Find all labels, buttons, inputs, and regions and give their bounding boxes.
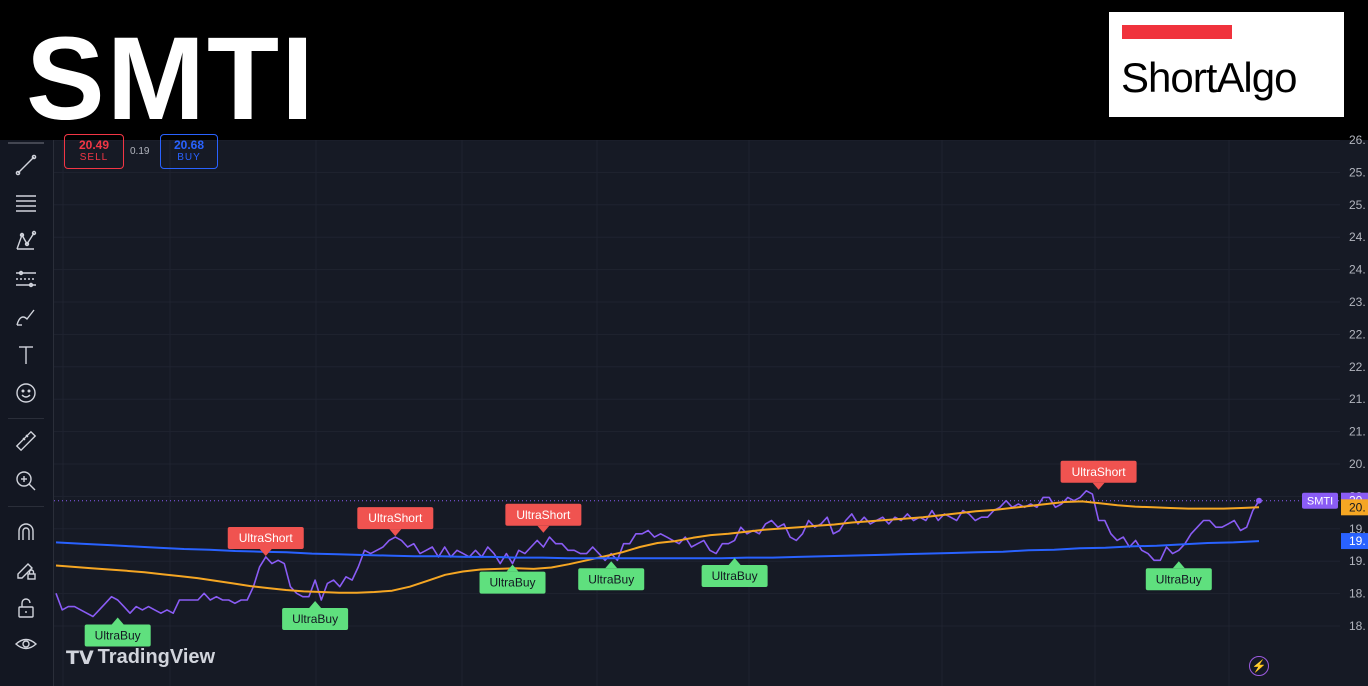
signal-pointer	[1092, 482, 1105, 490]
chart-signals: UltraShort UltraShort UltraShort UltraShort…	[84, 460, 1212, 647]
ultrabuy-signal: UltraBuy	[282, 600, 349, 630]
lightning-icon[interactable]: ⚡	[1249, 656, 1269, 676]
buy-label: BUY	[177, 152, 201, 163]
price-tick-label: 18.	[1349, 587, 1366, 601]
brush-icon[interactable]	[10, 301, 42, 333]
buy-price: 20.68	[173, 138, 205, 152]
fib-lines-icon[interactable]	[10, 187, 42, 219]
signal-label: UltraBuy	[292, 612, 338, 626]
forecast-icon[interactable]	[10, 263, 42, 295]
signal-pointer	[605, 561, 618, 569]
tradingview-logo-icon: TV	[66, 646, 94, 669]
tradingview-watermark[interactable]: TV TradingView	[66, 646, 215, 669]
price-tick-label: 24.	[1349, 263, 1366, 277]
sma-slow-tag: 19.	[1341, 533, 1368, 550]
signal-label: UltraShort	[368, 511, 423, 525]
price-tick-label: 20.	[1349, 457, 1366, 471]
signal-pointer	[309, 600, 322, 608]
price-tick-label: 21.	[1349, 392, 1366, 406]
price-tick-label: 24.	[1349, 230, 1366, 244]
trend-line-icon[interactable]	[10, 149, 42, 181]
ruler-icon[interactable]	[10, 425, 42, 457]
tradingview-wordmark: TradingView	[97, 646, 216, 668]
sma-slow-tag-label: 19.	[1349, 534, 1366, 548]
price-tick-label: 26.	[1349, 133, 1366, 147]
ultrabuy-signal: UltraBuy	[701, 557, 768, 587]
ultrabuy-signal: UltraBuy	[1145, 561, 1212, 591]
ultrabuy-signal: UltraBuy	[578, 561, 645, 591]
price-tick-label: 19.	[1349, 554, 1366, 568]
ticker-tag-label: SMTI	[1307, 496, 1333, 508]
toolbar-top-handle	[8, 142, 44, 144]
lock-icon[interactable]	[10, 592, 42, 624]
price-tick-label: 18.	[1349, 619, 1366, 633]
sell-button[interactable]: 20.49 SELL	[64, 134, 124, 169]
text-icon[interactable]	[10, 339, 42, 371]
ultrashort-signal: UltraShort	[357, 507, 434, 537]
lock-drawing-icon[interactable]	[10, 554, 42, 586]
chart-series	[54, 489, 1340, 618]
ticker-price-tag: SMTI	[1302, 492, 1338, 509]
signal-label: UltraShort	[239, 531, 294, 545]
toolbar-separator	[8, 418, 44, 419]
price-tick-label: 25.	[1349, 198, 1366, 212]
zoom-in-icon[interactable]	[10, 465, 42, 497]
price-tick-label: 21.	[1349, 425, 1366, 439]
sell-price: 20.49	[78, 138, 110, 152]
signal-label: UltraBuy	[588, 572, 634, 586]
ultrashort-signal: UltraShort	[1060, 460, 1137, 490]
emoji-icon[interactable]	[10, 377, 42, 409]
price-chart: UltraShort UltraShort UltraShort UltraShort…	[54, 133, 1368, 686]
eye-icon[interactable]	[10, 628, 42, 660]
signal-label: UltraBuy	[490, 576, 536, 590]
signal-pointer	[111, 617, 124, 625]
last-price-dot	[1256, 497, 1262, 504]
sell-label: SELL	[79, 152, 109, 163]
signal-label: UltraBuy	[712, 569, 758, 583]
signal-pointer	[1172, 561, 1185, 569]
drawing-toolbar	[0, 140, 54, 686]
price-tick-label: 25.	[1349, 165, 1366, 179]
chart-grid	[54, 140, 1340, 686]
toolbar-separator	[8, 506, 44, 507]
ultrabuy-signal: UltraBuy	[84, 617, 151, 647]
price-tick-label: 22.	[1349, 327, 1366, 341]
signal-pointer	[389, 529, 402, 537]
pattern-icon[interactable]	[10, 225, 42, 257]
price-line	[55, 489, 1260, 618]
magnet-icon[interactable]	[10, 516, 42, 548]
buy-button[interactable]: 20.68 BUY	[160, 134, 218, 169]
sma-fast-tag-label: 20.	[1349, 500, 1366, 514]
price-tick-label: 22.	[1349, 360, 1366, 374]
signal-label: UltraBuy	[95, 629, 141, 643]
price-tick-label: 23.	[1349, 295, 1366, 309]
price-axis: 26. 25. 25. 24. 24. 23. 22. 22. 21. 21. 20. 20. 19. 1…	[1302, 133, 1368, 633]
signal-label: UltraShort	[516, 508, 571, 522]
signal-label: UltraBuy	[1156, 572, 1202, 586]
spread-value: 0.19	[130, 146, 150, 157]
signal-label: UltraShort	[1072, 465, 1127, 479]
sma-fast-tag: 20.	[1341, 499, 1368, 516]
